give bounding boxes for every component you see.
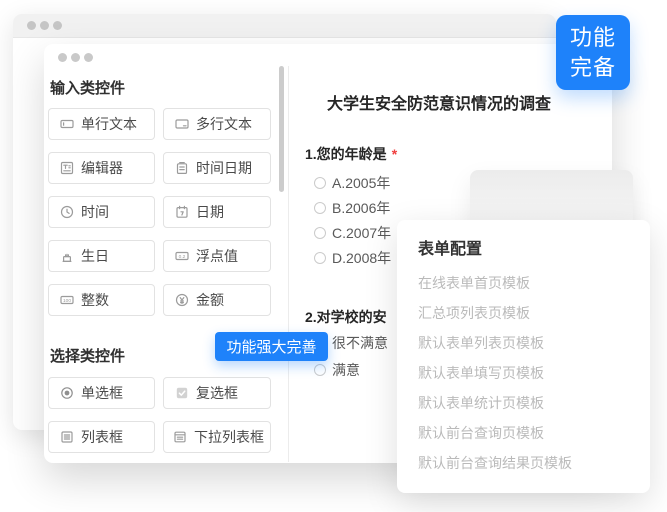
control-button-dropdown-listbox[interactable]: 下拉列表框 bbox=[163, 421, 271, 453]
control-button-radio[interactable]: 单选框 bbox=[48, 377, 155, 409]
birthday-cake-icon bbox=[60, 249, 74, 263]
control-button-listbox[interactable]: 列表框 bbox=[48, 421, 155, 453]
control-button-label: 列表框 bbox=[81, 427, 123, 447]
required-marker: * bbox=[392, 146, 397, 162]
control-button-integer[interactable]: 100 整数 bbox=[48, 284, 155, 316]
question-1-text: 1.您的年龄是 bbox=[305, 146, 387, 162]
scrollbar-thumb[interactable] bbox=[279, 66, 284, 192]
control-button-time[interactable]: 时间 bbox=[48, 196, 155, 228]
option-label: A.2005年 bbox=[332, 173, 390, 193]
control-button-label: 多行文本 bbox=[196, 114, 252, 134]
option-label: 很不满意 bbox=[332, 333, 388, 353]
question-1-option-a[interactable]: A.2005年 bbox=[314, 174, 390, 192]
control-button-label: 单选框 bbox=[81, 383, 123, 403]
listbox-icon bbox=[60, 430, 74, 444]
section-heading-input-controls: 输入类控件 bbox=[50, 77, 125, 98]
radio-button[interactable] bbox=[314, 202, 326, 214]
config-item-front-query[interactable]: 默认前台查询页模板 bbox=[418, 423, 544, 443]
option-label: B.2006年 bbox=[332, 198, 390, 218]
control-button-money[interactable]: 金额 bbox=[163, 284, 271, 316]
feature-badge: 功能 完备 bbox=[556, 15, 630, 90]
control-button-label: 日期 bbox=[196, 202, 224, 222]
question-2-option-2[interactable]: 满意 bbox=[314, 361, 360, 379]
control-button-datetime[interactable]: 时间日期 bbox=[163, 152, 271, 184]
window-dot bbox=[71, 53, 80, 62]
form-title: 大学生安全防范意识情况的调查 bbox=[289, 90, 589, 114]
control-button-label: 时间日期 bbox=[196, 158, 252, 178]
time-icon bbox=[60, 205, 74, 219]
control-button-label: 浮点值 bbox=[196, 246, 238, 266]
control-button-label: 整数 bbox=[81, 290, 109, 310]
control-button-label: 金额 bbox=[196, 290, 224, 310]
background-window-titlebar bbox=[13, 14, 556, 38]
form-config-panel: 表单配置 在线表单首页模板 汇总项列表页模板 默认表单列表页模板 默认表单填写页… bbox=[397, 220, 650, 493]
svg-text:0.2: 0.2 bbox=[179, 254, 186, 260]
window-dot bbox=[27, 21, 36, 30]
option-label: D.2008年 bbox=[332, 248, 391, 268]
control-button-label: 生日 bbox=[81, 246, 109, 266]
question-2-text: 2.对学校的安 bbox=[305, 309, 387, 325]
feature-badge-line2: 完备 bbox=[570, 53, 616, 83]
window-dot bbox=[53, 21, 62, 30]
config-item-summary-list[interactable]: 汇总项列表页模板 bbox=[418, 303, 530, 323]
radio-button[interactable] bbox=[314, 177, 326, 189]
control-button-birthday[interactable]: 生日 bbox=[48, 240, 155, 272]
editor-icon bbox=[60, 161, 74, 175]
dropdown-listbox-icon bbox=[173, 430, 187, 444]
date-icon bbox=[175, 205, 189, 219]
control-button-single-line-text[interactable]: 单行文本 bbox=[48, 108, 155, 140]
form-config-title: 表单配置 bbox=[418, 235, 482, 259]
question-2-label: 2.对学校的安 bbox=[305, 307, 387, 327]
datetime-icon bbox=[175, 161, 189, 175]
control-button-editor[interactable]: 编辑器 bbox=[48, 152, 155, 184]
window-dot bbox=[58, 53, 67, 62]
config-item-default-fill[interactable]: 默认表单填写页模板 bbox=[418, 363, 544, 383]
control-button-label: 单行文本 bbox=[81, 114, 137, 134]
control-button-multi-line-text[interactable]: 多行文本 bbox=[163, 108, 271, 140]
window-dot bbox=[84, 53, 93, 62]
app-window-dots bbox=[58, 53, 93, 62]
integer-icon: 100 bbox=[60, 293, 74, 307]
control-button-date[interactable]: 日期 bbox=[163, 196, 271, 228]
float-number-icon: 0.2 bbox=[175, 249, 189, 263]
control-button-label: 下拉列表框 bbox=[194, 427, 264, 447]
panel-divider bbox=[288, 66, 289, 462]
single-line-text-icon bbox=[60, 117, 74, 131]
control-button-label: 编辑器 bbox=[81, 158, 123, 178]
config-item-front-query-result[interactable]: 默认前台查询结果页模板 bbox=[418, 453, 572, 473]
checkbox-icon bbox=[175, 386, 189, 400]
config-item-default-stats[interactable]: 默认表单统计页模板 bbox=[418, 393, 544, 413]
multi-line-text-icon bbox=[175, 117, 189, 131]
control-button-label: 复选框 bbox=[196, 383, 238, 403]
control-button-float[interactable]: 0.2 浮点值 bbox=[163, 240, 271, 272]
control-button-checkbox[interactable]: 复选框 bbox=[163, 377, 271, 409]
question-1-option-c[interactable]: C.2007年 bbox=[314, 224, 391, 242]
window-dot bbox=[40, 21, 49, 30]
option-label: 满意 bbox=[332, 360, 360, 380]
svg-text:100: 100 bbox=[63, 298, 71, 304]
feature-callout-button: 功能强大完善 bbox=[215, 332, 328, 361]
radio-button[interactable] bbox=[314, 227, 326, 239]
radio-button[interactable] bbox=[314, 252, 326, 264]
section-heading-select-controls: 选择类控件 bbox=[50, 345, 125, 366]
radio-icon bbox=[60, 386, 74, 400]
money-icon bbox=[175, 293, 189, 307]
option-label: C.2007年 bbox=[332, 223, 391, 243]
question-1-option-d[interactable]: D.2008年 bbox=[314, 249, 391, 267]
radio-button[interactable] bbox=[314, 364, 326, 376]
question-1-option-b[interactable]: B.2006年 bbox=[314, 199, 390, 217]
feature-badge-line1: 功能 bbox=[570, 23, 616, 53]
question-1-label: 1.您的年龄是 * bbox=[305, 144, 397, 164]
config-item-default-list[interactable]: 默认表单列表页模板 bbox=[418, 333, 544, 353]
config-item-online-form-home[interactable]: 在线表单首页模板 bbox=[418, 273, 530, 293]
control-button-label: 时间 bbox=[81, 202, 109, 222]
